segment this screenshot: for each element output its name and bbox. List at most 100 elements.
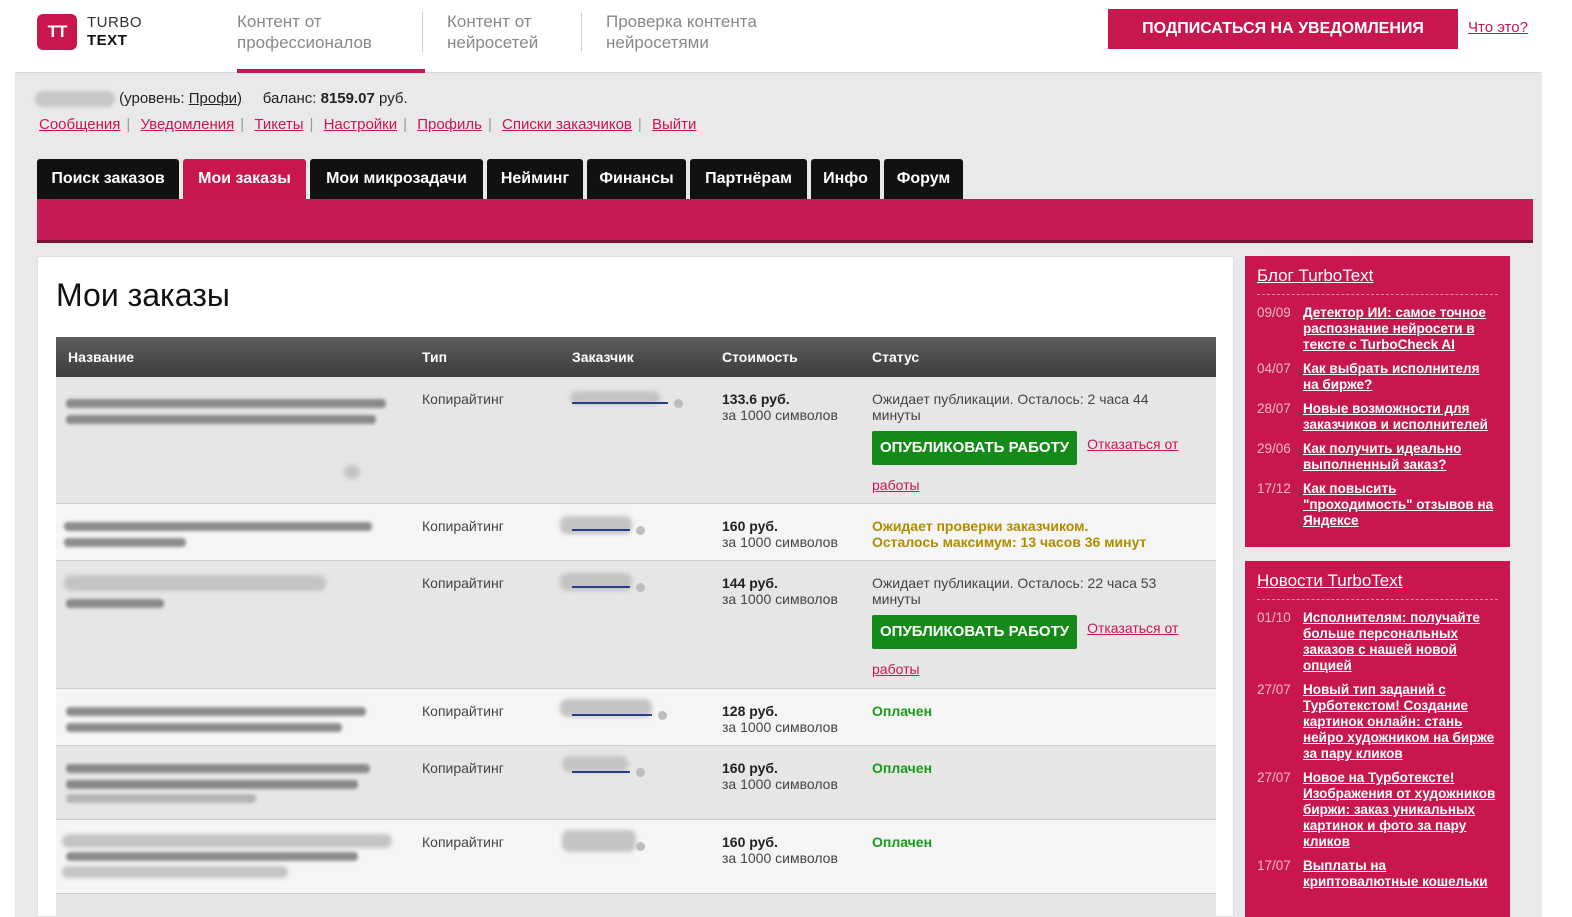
refuse-work-link-cont[interactable]: работы (872, 661, 1192, 677)
nav-ai-content[interactable]: Контент от нейросетей (447, 11, 538, 53)
user-info: (уровень: Профи) баланс: 8159.07 руб. (35, 90, 408, 108)
level-link[interactable]: Профи (189, 90, 237, 107)
list-item: 04/07 Как выбрать исполнителя на бирже? (1257, 361, 1480, 392)
order-type: Копирайтинг (422, 703, 504, 719)
link-logout[interactable]: Выйти (652, 116, 696, 133)
balance-value: 8159.07 (320, 90, 375, 107)
tab-content-bar (37, 199, 1533, 243)
table-row: Копирайтинг 160 руб. за 1000 символов Оп… (56, 820, 1216, 894)
order-status: Ожидает публикации. Осталось: 22 часа 53… (872, 575, 1192, 677)
table-row: Копирайтинг 160 руб. за 1000 символов Оп… (56, 746, 1216, 820)
order-status: Ожидает публикации. Осталось: 2 часа 44 … (872, 391, 1192, 493)
link-customer-lists[interactable]: Списки заказчиков (502, 116, 632, 133)
nav-professional-content[interactable]: Контент от профессионалов (237, 11, 425, 73)
balance-currency: руб. (379, 90, 408, 107)
news-link[interactable]: Выплаты на криптовалютные кошельки (1303, 858, 1488, 889)
order-title-redacted[interactable] (66, 852, 358, 861)
logo-text-line1: TURBO (87, 14, 142, 31)
level-prefix: (уровень: (119, 90, 189, 107)
order-status: Оплачен (872, 703, 933, 719)
blog-box: Блог TurboText 09/09 Детектор ИИ: самое т… (1245, 256, 1510, 547)
table-row: Копирайтинг 128 руб. за 1000 символов Оп… (56, 689, 1216, 746)
table-row (56, 894, 1216, 917)
table-row: Копирайтинг 144 руб. за 1000 символов Ож… (56, 561, 1216, 689)
tab-my-microtasks[interactable]: Мои микрозадачи (310, 159, 483, 199)
refuse-work-link[interactable]: Отказаться от (1087, 620, 1178, 636)
order-status: Оплачен (872, 834, 933, 850)
online-status-icon (674, 399, 683, 408)
customer-redacted[interactable] (560, 516, 696, 548)
customer-redacted[interactable] (562, 830, 696, 864)
order-title-redacted[interactable] (66, 723, 342, 732)
refuse-work-link-cont[interactable]: работы (872, 477, 1192, 493)
order-price: 128 руб. за 1000 символов (722, 703, 838, 735)
online-status-icon (636, 842, 645, 851)
blog-title-link[interactable]: Блог TurboText (1257, 266, 1498, 295)
nav-ai-check[interactable]: Проверка контента нейросетями (606, 11, 757, 53)
blog-post-link[interactable]: Как выбрать исполнителя на бирже? (1303, 361, 1479, 392)
link-messages[interactable]: Сообщения (39, 116, 120, 133)
order-title-redacted[interactable] (66, 599, 164, 608)
order-type: Копирайтинг (422, 518, 504, 534)
table-row: Копирайтинг 160 руб. за 1000 символов Ож… (56, 504, 1216, 561)
link-notifications[interactable]: Уведомления (141, 116, 235, 133)
what-is-this-link[interactable]: Что это? (1468, 19, 1528, 36)
blog-post-link[interactable]: Как повысить "проходимость" отзывов на Я… (1303, 481, 1493, 528)
news-box: Новости TurboText 01/10 Исполнителям: пол… (1245, 561, 1510, 917)
table-header: Название Тип Заказчик Стоимость Статус (56, 337, 1216, 377)
order-title-redacted[interactable] (64, 538, 186, 547)
order-title-redacted[interactable] (66, 415, 376, 424)
refuse-work-link[interactable]: Отказаться от (1087, 436, 1178, 452)
order-title-redacted[interactable] (64, 522, 372, 531)
blog-post-link[interactable]: Детектор ИИ: самое точное распознание не… (1303, 305, 1486, 352)
link-profile[interactable]: Профиль (417, 116, 482, 133)
order-title-redacted[interactable] (66, 399, 386, 408)
tab-my-orders[interactable]: Мои заказы (183, 159, 306, 199)
page-background: TT TURBO TEXT Контент от профессионалов … (15, 0, 1542, 917)
tab-naming[interactable]: Нейминг (487, 159, 583, 199)
tab-forum[interactable]: Форум (884, 159, 963, 199)
col-title: Название (68, 349, 135, 365)
link-tickets[interactable]: Тикеты (254, 116, 303, 133)
list-item: 09/09 Детектор ИИ: самое точное распознан… (1257, 305, 1486, 352)
news-title-link[interactable]: Новости TurboText (1257, 571, 1498, 600)
tab-partners[interactable]: Партнёрам (690, 159, 807, 199)
customer-redacted[interactable] (566, 391, 696, 421)
subscribe-notifications-button[interactable]: ПОДПИСАТЬСЯ НА УВЕДОМЛЕНИЯ (1108, 9, 1458, 49)
blog-post-link[interactable]: Как получить идеально выполненный заказ? (1303, 441, 1461, 472)
list-item: 28/07 Новые возможности для заказчиков и … (1257, 401, 1488, 432)
customer-redacted[interactable] (560, 699, 696, 733)
list-item: 17/07 Выплаты на криптовалютные кошельки (1257, 858, 1488, 889)
nav-divider (422, 12, 423, 52)
tab-finance[interactable]: Финансы (587, 159, 686, 199)
order-title-redacted[interactable] (66, 707, 366, 716)
username-redacted (35, 91, 115, 108)
account-links: Сообщения | Уведомления | Тикеты | Настройк… (39, 116, 697, 133)
list-item: 29/06 Как получить идеально выполненный з… (1257, 441, 1462, 472)
balance-label: баланс: (262, 90, 317, 107)
order-status: Оплачен (872, 760, 933, 776)
order-type: Копирайтинг (422, 760, 504, 776)
customer-redacted[interactable] (560, 573, 696, 605)
list-item: 27/07 Новый тип заданий с Турботекстом! С… (1257, 682, 1495, 761)
order-status: Ожидает проверки заказчиком. Осталось ма… (872, 518, 1147, 550)
online-status-icon (636, 583, 645, 592)
order-title-redacted[interactable] (66, 780, 358, 789)
customer-redacted[interactable] (562, 756, 696, 790)
news-link[interactable]: Новый тип заданий с Турботекстом! Создан… (1303, 682, 1494, 761)
list-item: 01/10 Исполнителям: получайте больше перс… (1257, 610, 1480, 673)
news-link[interactable]: Исполнителям: получайте больше персональ… (1303, 610, 1480, 673)
order-price: 160 руб. за 1000 символов (722, 518, 838, 550)
link-settings[interactable]: Настройки (324, 116, 398, 133)
orders-table: Название Тип Заказчик Стоимость Статус К… (56, 337, 1216, 917)
tab-search-orders[interactable]: Поиск заказов (37, 159, 179, 199)
blog-post-link[interactable]: Новые возможности для заказчиков и испол… (1303, 401, 1488, 432)
col-price: Стоимость (722, 349, 798, 365)
publish-work-button[interactable]: ОПУБЛИКОВАТЬ РАБОТУ (872, 615, 1078, 649)
publish-work-button[interactable]: ОПУБЛИКОВАТЬ РАБОТУ (872, 431, 1078, 465)
online-status-icon (636, 768, 645, 777)
news-link[interactable]: Новое на Турботексте! Изображения от худ… (1303, 770, 1495, 849)
logo-text-line2: TEXT (87, 32, 128, 49)
order-title-redacted[interactable] (66, 764, 370, 773)
tab-info[interactable]: Инфо (811, 159, 880, 199)
